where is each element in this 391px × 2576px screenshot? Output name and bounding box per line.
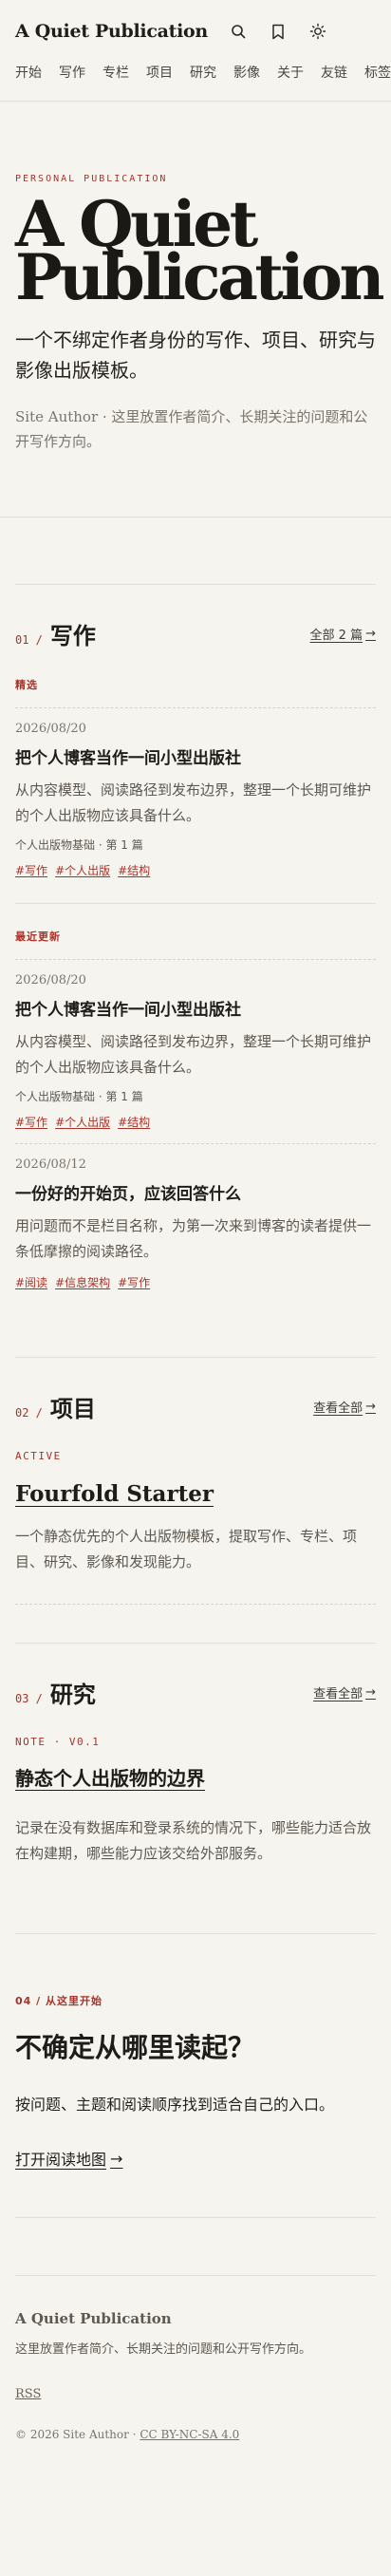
tag-link[interactable]: #结构 (118, 1114, 150, 1130)
research-all-link[interactable]: 查看全部 → (313, 1683, 376, 1702)
start-section: 04 / 从这里开始 不确定从哪里读起？ 按问题、主题和阅读顺序找到适合自己的入… (0, 1867, 391, 2218)
tag-link[interactable]: #信息架构 (55, 1274, 110, 1290)
post-title[interactable]: 把个人博客当作一间小型出版社 (15, 999, 376, 1022)
post-excerpt: 从内容模型、阅读路径到发布边界，整理一个长期可维护的个人出版物应该具备什么。 (15, 781, 372, 824)
post-excerpt: 从内容模型、阅读路径到发布边界，整理一个长期可维护的个人出版物应该具备什么。 (15, 1033, 372, 1076)
hero-kicker: PERSONAL PUBLICATION (15, 174, 168, 184)
reading-map-link[interactable]: 打开阅读地图 → (15, 2147, 122, 2170)
site-brand[interactable]: A Quiet Publication (15, 21, 208, 42)
recent-label: 最近更新 (15, 931, 61, 943)
copyright: © 2026 Site Author · CC BY-NC-SA 4.0 (15, 2428, 376, 2441)
projects-section: 02 / 项目 查看全部 → ACTIVE Fourfold Starter 一… (0, 1290, 391, 1605)
rss-link[interactable]: RSS (15, 2387, 41, 2401)
section-number: 01 / (15, 633, 43, 647)
hero-title-line2: Publication (15, 240, 384, 314)
search-icon[interactable] (229, 22, 248, 41)
hero-subtitle: 一个不绑定作者身份的写作、项目、研究与影像出版模板。 (15, 329, 376, 382)
research-section: 03 / 研究 查看全部 → NOTE · V0.1 静态个人出版物的边界 记录… (0, 1605, 391, 1867)
writing-section: 01 / 写作 全部 2 篇 → 精选 2026/08/20 把个人博客当作一间… (0, 517, 391, 1290)
start-label: 04 / 从这里开始 (15, 1995, 102, 2007)
main-nav: 开始 写作 专栏 项目 研究 影像 关于 友链 标签 (15, 63, 391, 101)
section-number: 02 / (15, 1406, 43, 1420)
recent-post: 2026/08/20 把个人博客当作一间小型出版社 从内容模型、阅读路径到发布边… (15, 973, 376, 1130)
section-title: 研究 (49, 1682, 96, 1708)
dotted-divider (15, 707, 376, 708)
footer-brand: A Quiet Publication (15, 2310, 172, 2327)
tag-link[interactable]: #个人出版 (55, 862, 110, 878)
recent-post: 2026/08/12 一份好的开始页，应该回答什么 用问题而不是栏目名称，为第一… (15, 1157, 376, 1290)
arrow-right-icon: → (110, 2149, 123, 2168)
tag-link[interactable]: #结构 (118, 862, 150, 878)
site-footer: A Quiet Publication 这里放置作者简介、长期关注的问题和公开写… (0, 2218, 391, 2441)
tag-link[interactable]: #写作 (15, 862, 47, 878)
site-header: A Quiet Publication 开始 写作 专栏 项目 研究 影像 关于… (0, 0, 391, 102)
start-description: 按问题、主题和阅读顺序找到适合自己的入口。 (15, 2096, 335, 2114)
link-label: 查看全部 (313, 1401, 363, 1416)
section-title: 项目 (49, 1396, 96, 1422)
research-description: 记录在没有数据库和登录系统的情况下，哪些能力适合放在构建期，哪些能力应该交给外部… (15, 1819, 372, 1862)
post-excerpt: 用问题而不是栏目名称，为第一次来到博客的读者提供一条低摩擦的阅读路径。 (15, 1217, 372, 1260)
hero-title: A Quiet Publication (15, 193, 384, 309)
dotted-divider (15, 1143, 376, 1144)
featured-label: 精选 (15, 679, 38, 691)
research-label: NOTE · V0.1 (15, 1736, 101, 1748)
nav-item-about[interactable]: 关于 (277, 63, 304, 82)
nav-item-research[interactable]: 研究 (190, 63, 216, 82)
link-label: 全部 2 篇 (309, 629, 363, 643)
arrow-right-icon: → (365, 1685, 376, 1700)
post-title[interactable]: 把个人博客当作一间小型出版社 (15, 747, 376, 770)
tag-link[interactable]: #写作 (118, 1274, 150, 1290)
nav-item-images[interactable]: 影像 (233, 63, 260, 82)
arrow-right-icon: → (365, 627, 376, 641)
arrow-right-icon: → (365, 1400, 376, 1414)
post-series[interactable]: 个人出版物基础 · 第 1 篇 (15, 837, 376, 853)
footer-divider (15, 2275, 376, 2276)
section-divider (15, 1933, 376, 1934)
link-label: 打开阅读地图 (15, 2151, 107, 2169)
project-title[interactable]: Fourfold Starter (15, 1481, 376, 1507)
section-title: 写作 (49, 623, 96, 649)
post-series[interactable]: 个人出版物基础 · 第 1 篇 (15, 1088, 376, 1104)
nav-item-projects[interactable]: 项目 (146, 63, 173, 82)
writing-all-link[interactable]: 全部 2 篇 → (310, 625, 376, 643)
sun-icon[interactable] (308, 22, 327, 41)
link-label: 查看全部 (313, 1687, 363, 1702)
hero-section: PERSONAL PUBLICATION A Quiet Publication… (0, 102, 391, 517)
nav-item-links[interactable]: 友链 (321, 63, 347, 82)
featured-post: 2026/08/20 把个人博客当作一间小型出版社 从内容模型、阅读路径到发布边… (15, 722, 376, 878)
post-date: 2026/08/12 (15, 1157, 86, 1172)
license-link[interactable]: CC BY-NC-SA 4.0 (140, 2428, 239, 2441)
start-title: 不确定从哪里读起？ (15, 2032, 255, 2063)
nav-item-writing[interactable]: 写作 (59, 63, 85, 82)
nav-item-columns[interactable]: 专栏 (102, 63, 129, 82)
post-title[interactable]: 一份好的开始页，应该回答什么 (15, 1183, 376, 1206)
footer-description: 这里放置作者简介、长期关注的问题和公开写作方向。 (15, 2342, 312, 2357)
copyright-text: © 2026 Site Author · (15, 2428, 140, 2441)
dotted-divider (15, 959, 376, 960)
project-description: 一个静态优先的个人出版物模板，提取写作、专栏、项目、研究、影像和发现能力。 (15, 1528, 358, 1570)
post-date: 2026/08/20 (15, 722, 86, 736)
tag-link[interactable]: #阅读 (15, 1274, 47, 1290)
project-status: ACTIVE (15, 1450, 62, 1462)
section-divider (15, 903, 376, 904)
research-title[interactable]: 静态个人出版物的边界 (15, 1763, 376, 1791)
bookmark-icon[interactable] (269, 22, 288, 41)
hero-description: Site Author · 这里放置作者简介、长期关注的问题和公开写作方向。 (15, 408, 368, 450)
nav-item-tags[interactable]: 标签 (364, 63, 391, 82)
post-date: 2026/08/20 (15, 973, 86, 987)
section-number: 03 / (15, 1692, 43, 1705)
tag-link[interactable]: #个人出版 (55, 1114, 110, 1130)
nav-item-start[interactable]: 开始 (15, 63, 42, 82)
tag-link[interactable]: #写作 (15, 1114, 47, 1130)
projects-all-link[interactable]: 查看全部 → (313, 1398, 376, 1416)
